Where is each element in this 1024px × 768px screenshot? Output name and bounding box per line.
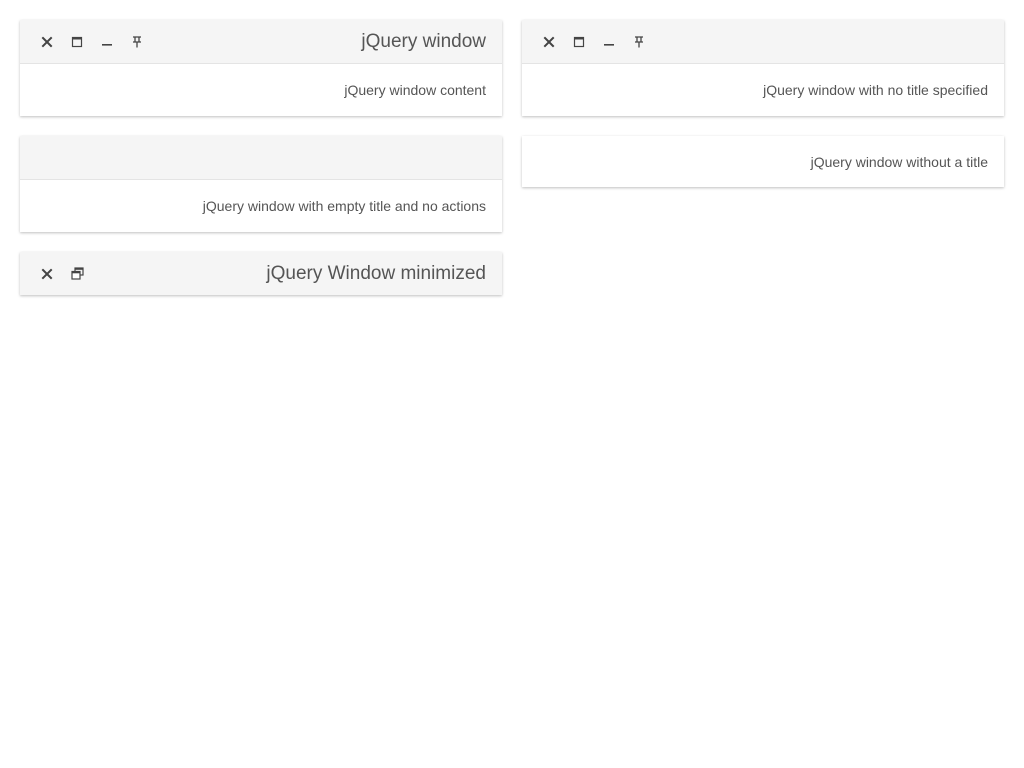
- pin-icon[interactable]: [624, 27, 654, 57]
- jquery-window-without-title: jQuery window without a title: [522, 136, 1004, 187]
- close-icon[interactable]: [534, 27, 564, 57]
- restore-icon[interactable]: [62, 259, 92, 289]
- jquery-window-empty-title: jQuery window with empty title and no ac…: [20, 136, 502, 232]
- jquery-window: jQuery window jQuery window content: [20, 20, 502, 116]
- right-column: jQuery window with no title specified jQ…: [522, 20, 1004, 207]
- window-title: jQuery window: [361, 30, 486, 52]
- maximize-icon[interactable]: [62, 27, 92, 57]
- window-titlebar[interactable]: jQuery window: [20, 20, 502, 64]
- minimize-icon[interactable]: [594, 27, 624, 57]
- window-actions: [32, 259, 92, 289]
- maximize-icon[interactable]: [564, 27, 594, 57]
- jquery-window-minimized: jQuery Window minimized: [20, 252, 502, 295]
- page: jQuery window jQuery window content jQue…: [0, 0, 1024, 768]
- window-titlebar[interactable]: [522, 20, 1004, 64]
- jquery-window-no-title: jQuery window with no title specified: [522, 20, 1004, 116]
- window-content: jQuery window with no title specified: [763, 82, 988, 98]
- close-icon[interactable]: [32, 27, 62, 57]
- window-content: jQuery window content: [344, 82, 486, 98]
- window-title: jQuery Window minimized: [266, 262, 486, 284]
- minimize-icon[interactable]: [92, 27, 122, 57]
- left-column: jQuery window jQuery window content jQue…: [20, 20, 502, 315]
- pin-icon[interactable]: [122, 27, 152, 57]
- close-icon[interactable]: [32, 259, 62, 289]
- window-actions: [534, 27, 654, 57]
- window-content: jQuery window with empty title and no ac…: [202, 198, 486, 214]
- window-content: jQuery window without a title: [810, 153, 988, 170]
- window-titlebar[interactable]: jQuery Window minimized: [20, 252, 502, 295]
- window-actions: [32, 27, 152, 57]
- window-titlebar[interactable]: [20, 136, 502, 180]
